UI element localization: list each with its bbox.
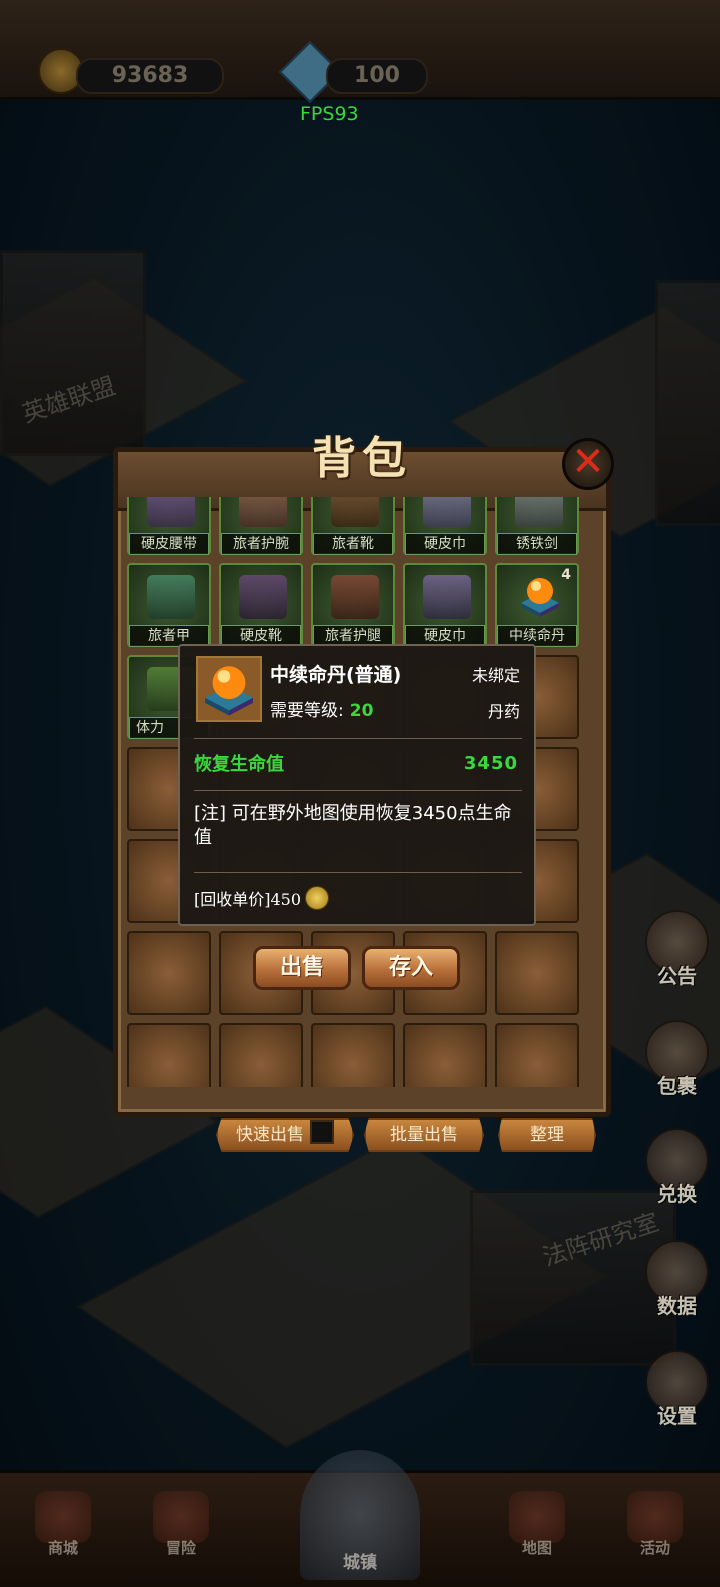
sword-icon: [515, 497, 563, 527]
inventory-slot[interactable]: 旅者护腿: [311, 563, 395, 647]
divider: [194, 790, 522, 791]
inventory-slot[interactable]: 硬皮巾: [403, 497, 487, 555]
shop-icon: [35, 1491, 91, 1543]
level-value: 20: [349, 701, 374, 721]
coin-counter: 93683: [76, 58, 224, 94]
quick-sell-checkbox[interactable]: [310, 1120, 334, 1144]
sell-button[interactable]: 出售: [253, 946, 351, 990]
headband-icon: [423, 497, 471, 527]
elixir-pill-icon: [521, 578, 559, 617]
exchange-button[interactable]: 兑换: [640, 1128, 714, 1207]
sort-button[interactable]: 整理: [498, 1118, 596, 1152]
divider: [194, 872, 522, 873]
inventory-slot-empty[interactable]: [127, 1023, 211, 1087]
item-type: 丹药: [487, 702, 520, 721]
data-button[interactable]: 数据: [640, 1240, 714, 1319]
inventory-slot[interactable]: 硬皮腰带: [127, 497, 211, 555]
sell-price: [回收单价]450: [194, 886, 330, 910]
nav-adventure[interactable]: 冒险: [126, 1491, 236, 1558]
item-description: [注] 可在野外地图使用恢复3450点生命值: [194, 803, 512, 848]
inventory-slot-empty[interactable]: [495, 931, 579, 1015]
slot-label: 旅者护腕: [221, 533, 301, 555]
gem-counter: 100: [326, 58, 428, 94]
inventory-slot[interactable]: 旅者甲: [127, 563, 211, 647]
close-x-icon: ✕: [571, 439, 605, 485]
inventory-slot-empty[interactable]: [219, 1023, 303, 1087]
close-button[interactable]: ✕: [562, 438, 614, 490]
nav-events[interactable]: 活动: [600, 1491, 710, 1558]
inventory-slot[interactable]: 旅者护腕: [219, 497, 303, 555]
gift-pack-button[interactable]: 包裹: [640, 1020, 714, 1099]
map-icon: [509, 1491, 565, 1543]
nav-map[interactable]: 地图: [482, 1491, 592, 1558]
required-level: 需要等级: 20: [270, 696, 373, 721]
belt-icon: [147, 497, 195, 527]
settings-button[interactable]: 设置: [640, 1350, 714, 1429]
fps-counter: FPS93: [300, 103, 359, 125]
store-button[interactable]: 存入: [362, 946, 460, 990]
slot-label: 锈铁剑: [497, 533, 577, 555]
bag-title: 背包: [312, 433, 412, 484]
quick-sell-label: 快速出售: [236, 1125, 304, 1145]
leg-guard-icon: [331, 575, 379, 619]
inventory-slot[interactable]: 旅者靴: [311, 497, 395, 555]
inventory-slot-selected[interactable]: 4 中续命丹: [495, 563, 579, 647]
attribute-name: 恢复生命值: [194, 754, 284, 775]
resource-bar: 93683 100: [0, 0, 720, 104]
inventory-slot[interactable]: 硬皮巾: [403, 563, 487, 647]
nav-shop[interactable]: 商城: [8, 1491, 118, 1558]
item-name: 中续命丹(普通): [270, 664, 402, 686]
inventory-slot-empty[interactable]: [311, 1023, 395, 1087]
adventure-icon: [153, 1491, 209, 1543]
boots-icon: [331, 497, 379, 527]
batch-sell-button[interactable]: 批量出售: [364, 1118, 484, 1152]
bind-status: 未绑定: [471, 666, 520, 685]
item-tooltip: 中续命丹(普通) 未绑定 需要等级: 20 丹药 恢复生命值 3450 [注] 可…: [178, 644, 536, 926]
slot-label: 硬皮巾: [405, 533, 485, 555]
inventory-slot[interactable]: 硬皮靴: [219, 563, 303, 647]
boots-icon: [239, 575, 287, 619]
item-count: 4: [561, 567, 571, 583]
announcement-button[interactable]: 公告: [640, 910, 714, 989]
gold-coin-icon: [305, 886, 330, 910]
sell-price-label: [回收单价]450: [194, 890, 302, 909]
inventory-slot[interactable]: 锈铁剑: [495, 497, 579, 555]
attribute-value: 3450: [463, 753, 518, 774]
inventory-slot-empty[interactable]: [127, 931, 211, 1015]
inventory-slot-empty[interactable]: [403, 1023, 487, 1087]
quick-sell-button[interactable]: 快速出售: [216, 1118, 354, 1152]
elixir-pill-icon: [205, 666, 253, 716]
headband-icon: [423, 575, 471, 619]
nav-city-label: 城镇: [343, 1553, 377, 1573]
inventory-slot-empty[interactable]: [495, 1023, 579, 1087]
tooltip-item-frame: [196, 656, 262, 722]
slot-label: 旅者靴: [313, 533, 393, 555]
slot-label: 硬皮腰带: [129, 533, 209, 555]
events-icon: [627, 1491, 683, 1543]
bracer-icon: [239, 497, 287, 527]
level-label: 需要等级:: [270, 701, 344, 721]
armor-icon: [147, 575, 195, 619]
divider: [194, 738, 522, 739]
